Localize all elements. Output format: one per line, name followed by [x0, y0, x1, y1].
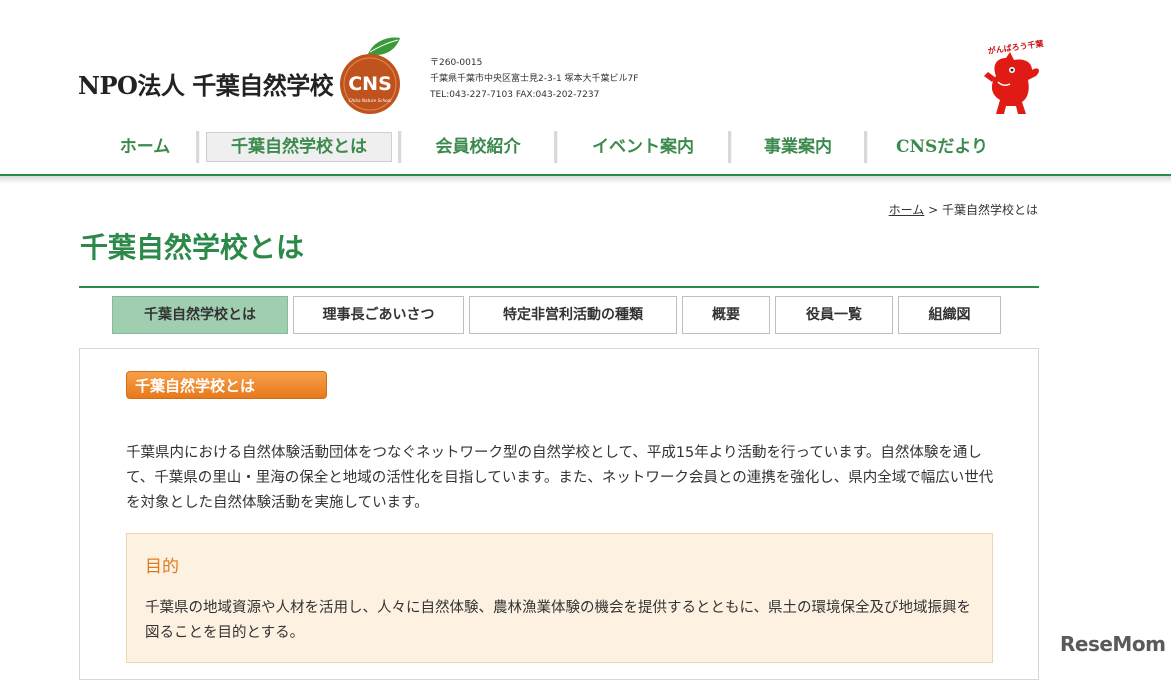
organization-name[interactable]: NPO法人 千葉自然学校: [78, 66, 334, 101]
breadcrumb-current: 千葉自然学校とは: [941, 203, 1038, 217]
subtab-officers[interactable]: 役員一覧: [775, 296, 893, 334]
chiba-kun-mascot-icon[interactable]: がんばろう千葉: [976, 36, 1046, 120]
contact-address: 〒260-0015 千葉県千葉市中央区富士見2-3-1 塚本大千葉ビル7F TE…: [430, 55, 638, 103]
nav-item-events[interactable]: イベント案内: [564, 132, 722, 162]
breadcrumb-home-link[interactable]: ホーム: [889, 203, 925, 217]
mascot-caption: がんばろう千葉: [987, 38, 1045, 56]
nav-divider: [864, 131, 868, 163]
cns-logo[interactable]: CNS Chiba Nature School: [334, 36, 410, 116]
subtab-overview[interactable]: 概要: [682, 296, 770, 334]
street-address: 千葉県千葉市中央区富士見2-3-1 塚本大千葉ビル7F: [430, 74, 639, 84]
purpose-text: 千葉県の地域資源や人材を活用し、人々に自然体験、農林漁業体験の機会を提供するとと…: [145, 600, 972, 641]
subtab-about[interactable]: 千葉自然学校とは: [112, 296, 288, 334]
intro-paragraph: 千葉県内における自然体験活動団体をつなぐネットワーク型の自然学校として、平成15…: [126, 445, 994, 511]
postal-code: 〒260-0015: [430, 58, 483, 68]
section-heading-badge: 千葉自然学校とは: [126, 371, 327, 399]
subtab-chairman-greeting[interactable]: 理事長ごあいさつ: [293, 296, 464, 334]
nav-divider: [728, 131, 732, 163]
subtab-npo-activity-types[interactable]: 特定非営利活動の種類: [469, 296, 677, 334]
leaf-icon: [368, 37, 400, 56]
page-title: 千葉自然学校とは: [80, 231, 305, 264]
title-divider: [79, 286, 1039, 288]
resemom-watermark: ReseMom: [1060, 632, 1166, 656]
content-panel: 千葉自然学校とは 千葉県内における自然体験活動団体をつなぐネットワーク型の自然学…: [79, 348, 1039, 680]
purpose-box: 目的 千葉県の地域資源や人材を活用し、人々に自然体験、農林漁業体験の機会を提供す…: [126, 533, 993, 663]
breadcrumb-separator: >: [924, 203, 942, 217]
nav-divider: [196, 131, 200, 163]
logo-subtext: Chiba Nature School: [349, 98, 393, 103]
nav-divider: [398, 131, 402, 163]
nav-item-newsletter[interactable]: CNSだより: [874, 132, 1010, 162]
header-shadow: [0, 176, 1171, 184]
nav-divider: [554, 131, 558, 163]
subtab-org-chart[interactable]: 組織図: [898, 296, 1001, 334]
phone-fax: TEL:043-227-7103 FAX:043-202-7237: [430, 90, 600, 100]
purpose-title: 目的: [145, 557, 179, 577]
global-nav: ホーム 千葉自然学校とは 会員校紹介 イベント案内 事業案内 CNSだより: [100, 130, 1020, 164]
logo-text: CNS: [348, 73, 392, 95]
nav-item-members[interactable]: 会員校紹介: [408, 132, 548, 162]
nav-item-services[interactable]: 事業案内: [738, 132, 858, 162]
nav-item-home[interactable]: ホーム: [100, 132, 190, 162]
breadcrumb: ホーム > 千葉自然学校とは: [889, 201, 1038, 218]
nav-item-about[interactable]: 千葉自然学校とは: [206, 132, 392, 162]
